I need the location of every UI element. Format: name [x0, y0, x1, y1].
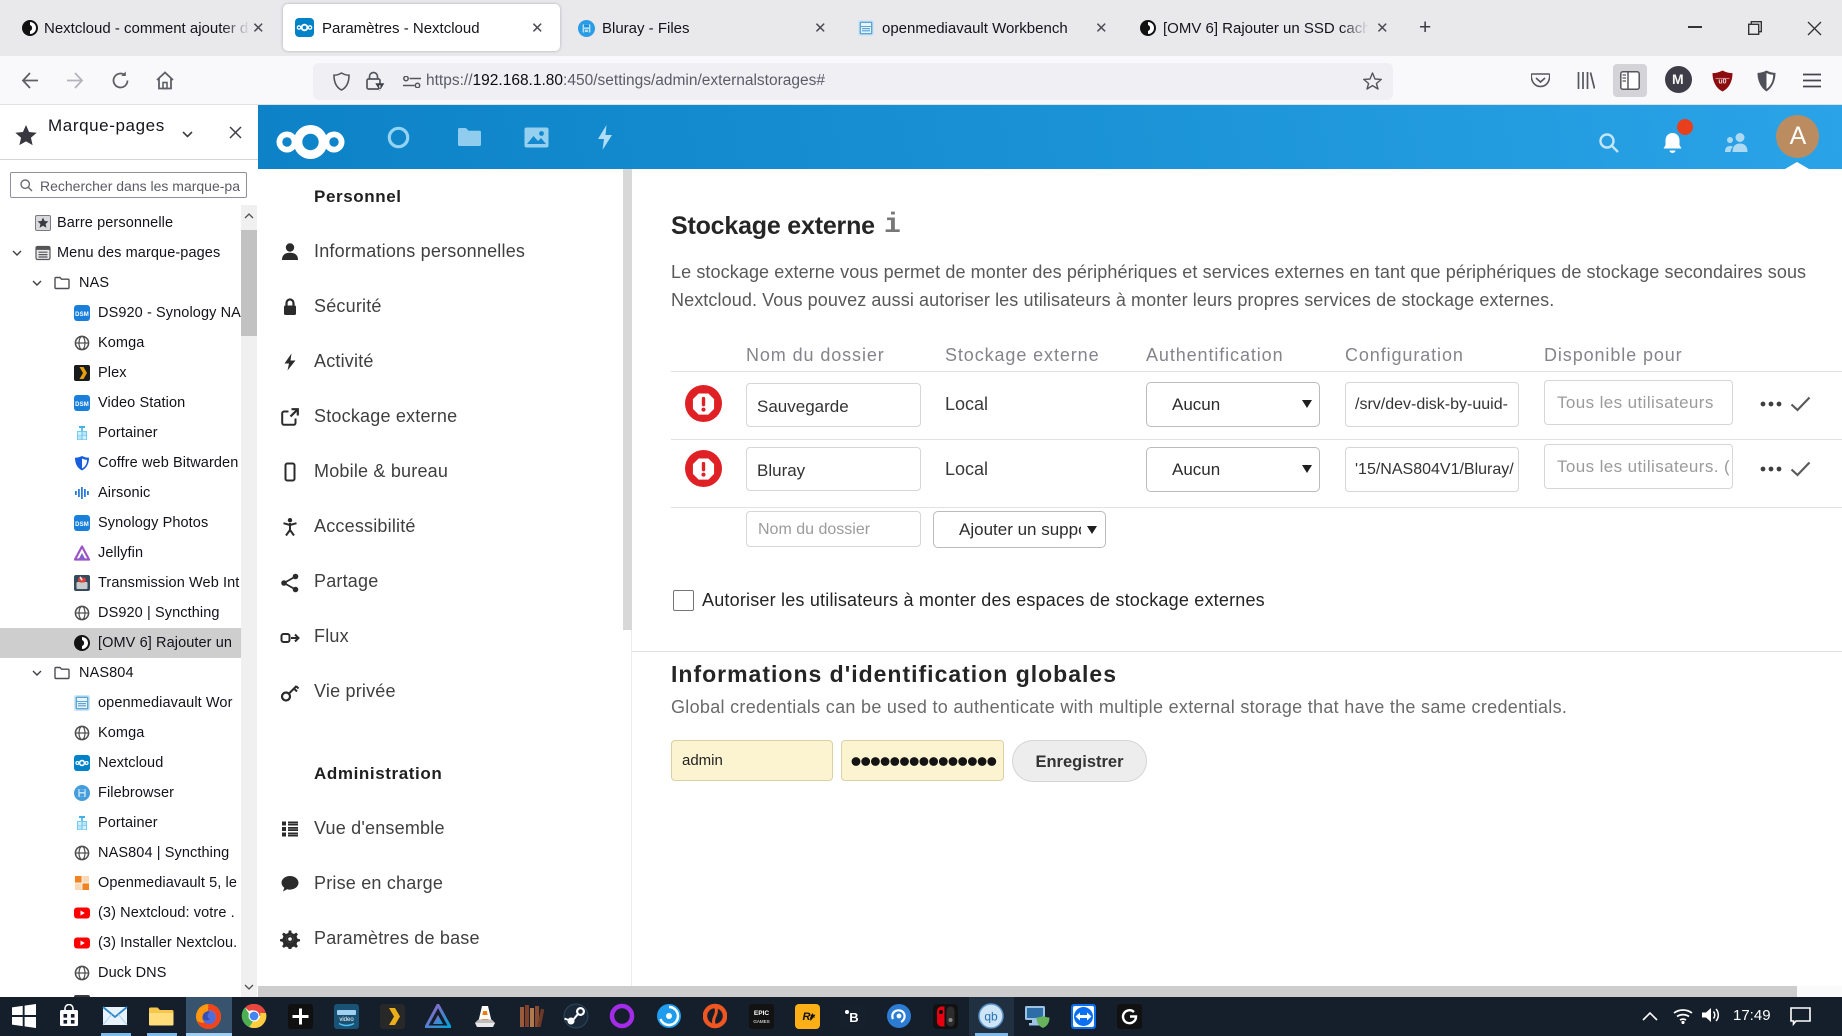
svg-text:DSM: DSM: [75, 522, 89, 528]
svg-text:qb: qb: [984, 1010, 998, 1024]
svg-text:u0: u0: [1718, 79, 1726, 86]
svg-text:R: R: [803, 1011, 811, 1023]
svg-text:GAMES: GAMES: [753, 1019, 769, 1024]
svg-text:B: B: [849, 1010, 858, 1025]
svg-text:DSM: DSM: [75, 402, 89, 408]
svg-text:DSM: DSM: [75, 312, 89, 318]
svg-text:EPIC: EPIC: [754, 1010, 769, 1017]
svg-text:video: video: [339, 1017, 354, 1023]
